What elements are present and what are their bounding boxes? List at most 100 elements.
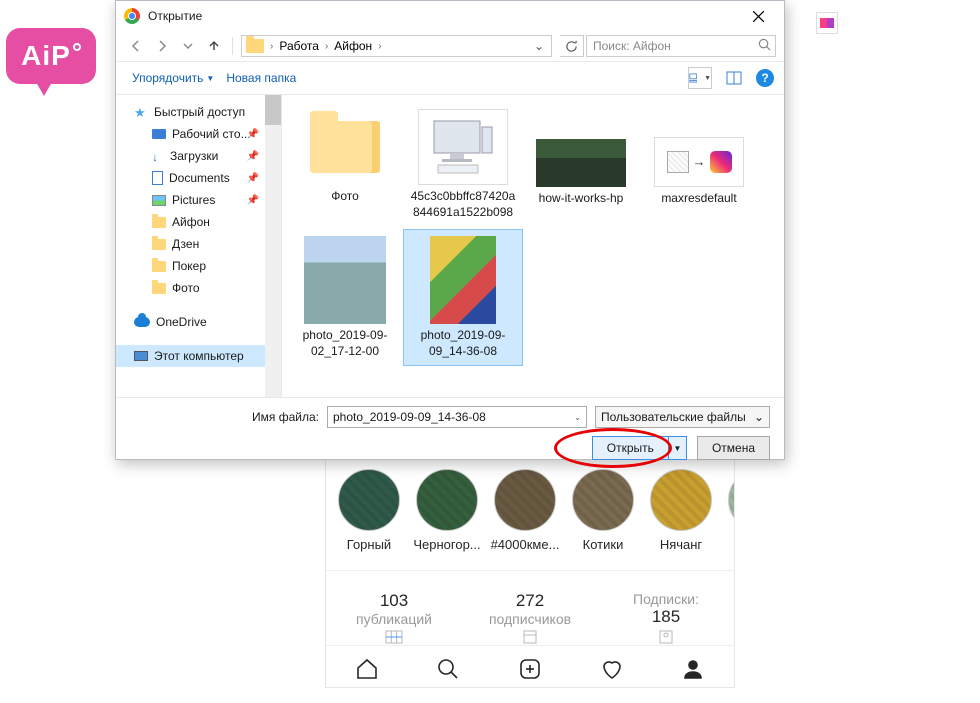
- sidebar-onedrive[interactable]: OneDrive: [116, 311, 281, 333]
- address-bar[interactable]: › Работа › Айфон › ⌄: [241, 35, 552, 57]
- pin-icon: 📌: [247, 151, 259, 162]
- file-item-selected[interactable]: photo_2019-09-09_14-36-08: [404, 230, 522, 365]
- download-icon: [152, 150, 164, 162]
- cloud-icon: [134, 317, 150, 327]
- recent-dropdown[interactable]: [176, 34, 200, 58]
- thumbnail: [536, 139, 626, 187]
- desktop-icon: [152, 129, 166, 139]
- sidebar: Быстрый доступ Рабочий сто...📌 Загрузки📌…: [116, 95, 282, 397]
- tab-tagged-icon[interactable]: [655, 630, 677, 644]
- sidebar-desktop[interactable]: Рабочий сто...📌: [116, 123, 281, 145]
- thumbnail: [430, 236, 496, 324]
- nav-add-icon[interactable]: [515, 654, 545, 684]
- sidebar-pictures[interactable]: Pictures📌: [116, 189, 281, 211]
- story-item[interactable]: Котики: [564, 469, 642, 552]
- story-item[interactable]: Са: [720, 469, 734, 552]
- nav-heart-icon[interactable]: [597, 654, 627, 684]
- file-name: photo_2019-09-09_14-36-08: [408, 328, 518, 359]
- file-name: Фото: [290, 189, 400, 205]
- breadcrumb[interactable]: Айфон: [330, 39, 376, 53]
- scrollbar[interactable]: [265, 95, 281, 397]
- open-split-dropdown[interactable]: ▼: [668, 437, 686, 459]
- file-item-folder[interactable]: Фото: [286, 103, 404, 226]
- file-name: photo_2019-09-02_17-12-00: [290, 328, 400, 359]
- sidebar-poker[interactable]: Покер: [116, 255, 281, 277]
- tab-grid-icon[interactable]: [383, 630, 405, 644]
- search-box[interactable]: [586, 35, 776, 57]
- view-options[interactable]: ▼: [688, 67, 712, 89]
- search-icon: [758, 38, 771, 54]
- sidebar-downloads[interactable]: Загрузки📌: [116, 145, 281, 167]
- folder-icon: [310, 121, 380, 173]
- preview-toggle[interactable]: [722, 67, 746, 89]
- stat-posts[interactable]: 103публикаций: [326, 591, 462, 627]
- search-input[interactable]: [591, 38, 758, 54]
- breadcrumb[interactable]: Работа: [275, 39, 323, 53]
- story-item[interactable]: Горный: [330, 469, 408, 552]
- sidebar-zen[interactable]: Дзен: [116, 233, 281, 255]
- forward-button[interactable]: [150, 34, 174, 58]
- folder-icon: [152, 239, 166, 250]
- thumbnail: [304, 236, 386, 324]
- file-item[interactable]: photo_2019-09-02_17-12-00: [286, 230, 404, 365]
- chevron-down-icon[interactable]: ⌄: [531, 39, 547, 53]
- monitor-icon: [428, 117, 498, 177]
- pin-icon: 📌: [247, 129, 259, 140]
- chevron-down-icon[interactable]: ⌄: [754, 410, 764, 424]
- organize-menu[interactable]: Упорядочить▼: [126, 67, 220, 89]
- stat-following[interactable]: Подписки:185: [598, 591, 734, 627]
- story-item[interactable]: Нячанг: [642, 469, 720, 552]
- triangle-icon: [820, 18, 834, 28]
- story-label: Горный: [330, 537, 408, 552]
- cancel-button[interactable]: Отмена: [697, 436, 770, 460]
- up-button[interactable]: [202, 34, 226, 58]
- filename-input[interactable]: photo_2019-09-09_14-36-08⌄: [327, 406, 587, 428]
- stories-row: Горный Черногор... #4000кме... Котики Ня…: [326, 459, 734, 552]
- file-item[interactable]: how-it-works-hp: [522, 103, 640, 226]
- file-name: how-it-works-hp: [526, 191, 636, 207]
- nav-home-icon[interactable]: [352, 654, 382, 684]
- folder-icon: [152, 217, 166, 228]
- thumbnail: →: [654, 137, 744, 187]
- instagram-profile-panel: Горный Черногор... #4000кме... Котики Ня…: [325, 458, 735, 688]
- story-item[interactable]: #4000кме...: [486, 469, 564, 552]
- titlebar: Открытие: [116, 1, 784, 31]
- site-logo: AiP: [6, 28, 101, 98]
- sidebar-this-pc[interactable]: Этот компьютер: [116, 345, 281, 367]
- folder-icon: [152, 261, 166, 272]
- file-item[interactable]: → maxresdefault: [640, 103, 758, 226]
- folder-icon: [246, 39, 264, 53]
- nav-search-icon[interactable]: [433, 654, 463, 684]
- open-button[interactable]: Открыть▼: [592, 436, 687, 460]
- sidebar-photo[interactable]: Фото: [116, 277, 281, 299]
- new-folder-button[interactable]: Новая папка: [220, 67, 302, 89]
- help-button[interactable]: ?: [756, 69, 774, 87]
- story-item[interactable]: Черногор...: [408, 469, 486, 552]
- chrome-icon: [124, 8, 140, 24]
- dialog-title: Открытие: [148, 9, 202, 23]
- close-button[interactable]: [736, 2, 780, 30]
- file-name: 45c3c0bbffc87420a844691a1522b098: [408, 189, 518, 220]
- chevron-down-icon[interactable]: ⌄: [574, 413, 581, 422]
- story-label: Са: [720, 537, 734, 552]
- refresh-button[interactable]: [560, 35, 584, 57]
- story-label: Котики: [564, 537, 642, 552]
- story-label: Нячанг: [642, 537, 720, 552]
- file-item[interactable]: 45c3c0bbffc87420a844691a1522b098: [404, 103, 522, 226]
- logo-text: AiP: [21, 40, 71, 71]
- stat-followers[interactable]: 272подписчиков: [462, 591, 598, 627]
- sidebar-quick-access[interactable]: Быстрый доступ: [116, 101, 281, 123]
- back-button[interactable]: [124, 34, 148, 58]
- file-name: maxresdefault: [644, 191, 754, 207]
- file-type-filter[interactable]: Пользовательские файлы⌄: [595, 406, 770, 428]
- star-icon: [134, 105, 148, 119]
- pin-icon: 📌: [247, 195, 259, 206]
- sidebar-documents[interactable]: Documents📌: [116, 167, 281, 189]
- pc-icon: [134, 351, 148, 361]
- story-label: #4000кме...: [486, 537, 564, 552]
- nav-profile-icon[interactable]: [678, 654, 708, 684]
- tab-feed-icon[interactable]: [519, 630, 541, 644]
- filename-label: Имя файла:: [252, 410, 319, 424]
- pin-icon: 📌: [247, 173, 259, 184]
- sidebar-iphone[interactable]: Айфон: [116, 211, 281, 233]
